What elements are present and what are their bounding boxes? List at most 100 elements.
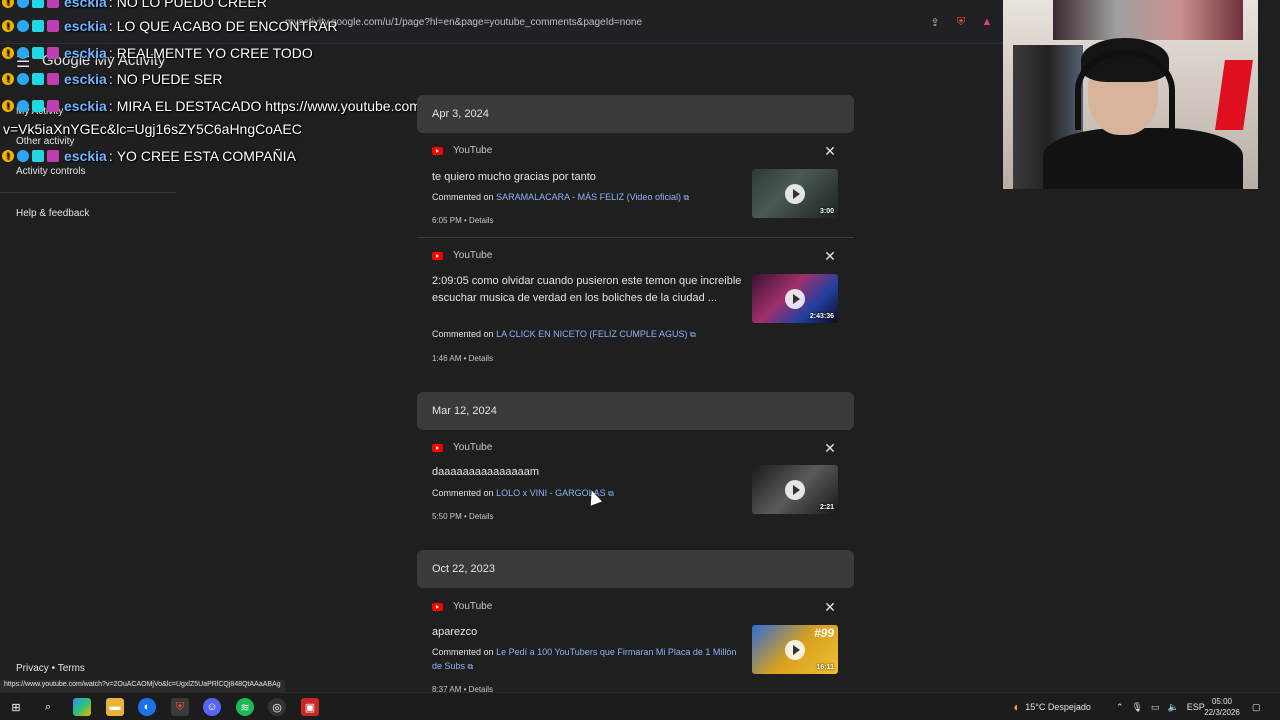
sidebar: My Activity Other activity Activity cont…	[0, 82, 176, 682]
video-thumbnail[interactable]: 3:00	[752, 169, 838, 218]
obs-icon[interactable]: ◎	[268, 698, 286, 716]
video-thumbnail[interactable]: 2:43:36	[752, 274, 838, 323]
status-bar-url: https://www.youtube.com/watch?v=2OuACAOM…	[0, 680, 285, 692]
network-icon[interactable]: ▭	[1151, 702, 1160, 713]
play-icon	[785, 184, 805, 204]
brave-browser-icon[interactable]: ⛨	[171, 698, 189, 716]
commented-prefix: Commented on	[432, 329, 494, 339]
dot-badge-icon	[17, 20, 29, 32]
youtube-icon	[432, 251, 443, 260]
spotify-icon[interactable]: ≋	[236, 698, 254, 716]
delete-close-icon[interactable]: ✕	[823, 440, 837, 457]
cube-badge-icon	[32, 47, 44, 59]
windows-start-icon[interactable]: ⊞	[7, 698, 25, 716]
video-link[interactable]: LA CLICK EN NICETO (FELIZ CUMPLE AGUS)	[496, 329, 687, 339]
webcam-overlay	[1003, 0, 1258, 189]
chat-username: esckia	[64, 18, 107, 34]
sub-badge-icon	[47, 20, 59, 32]
file-explorer-icon[interactable]: ▬	[106, 698, 124, 716]
dot-badge-icon	[17, 100, 29, 112]
video-thumbnail[interactable]: 2:21	[752, 465, 838, 514]
edge-icon[interactable]: ◐	[138, 698, 156, 716]
external-link-icon[interactable]: ⧉	[683, 193, 689, 202]
system-clock[interactable]: 05:00 22/3/2026	[1202, 696, 1242, 718]
brave-shields-icon[interactable]: ⛨	[954, 15, 968, 29]
sidebar-divider	[0, 192, 176, 193]
sub-badge-icon	[47, 47, 59, 59]
external-link-icon[interactable]: ⧉	[468, 662, 474, 671]
source-label: YouTube	[453, 145, 493, 156]
external-link-icon[interactable]: ⧉	[608, 489, 614, 498]
play-icon	[785, 640, 805, 660]
chat-message: ! esckia: NO PUEDE SER	[2, 71, 223, 87]
external-link-icon[interactable]: ⧉	[690, 330, 696, 339]
chat-message-continuation: v=Vk5iaXnYGEc&lc=Ugj16sZY5C6aHngCoAEC	[3, 121, 302, 137]
comment-text: te quiero mucho gracias por tanto	[432, 171, 596, 183]
commented-on: Commented on LA CLICK EN NICETO (FELIZ C…	[432, 328, 744, 342]
warning-badge-icon: !	[2, 100, 14, 112]
windows-taskbar: ⊞ ⌕ ▬ ◐ ⛨ ☺ ≋ ◎ ▣ ◖ 15°C Despejado ⌃ 🎙 ▭…	[0, 692, 1280, 720]
chat-message: ! esckia: LO QUE ACABO DE ENCONTRAR	[2, 18, 338, 34]
chevron-up-icon[interactable]: ⌃	[1116, 702, 1124, 713]
comment-text: 2:09:05 como olvidar cuando pusieron est…	[432, 275, 742, 304]
share-icon[interactable]: ⇪	[928, 15, 942, 29]
warning-badge-icon: !	[2, 0, 14, 8]
weather-icon: ◖	[1012, 700, 1020, 714]
video-thumbnail[interactable]: #99 16:11	[752, 625, 838, 674]
youtube-icon	[432, 602, 443, 611]
delete-close-icon[interactable]: ✕	[823, 248, 837, 265]
search-icon[interactable]: ⌕	[39, 698, 57, 716]
volume-icon[interactable]: 🔈	[1168, 702, 1179, 713]
video-duration: 2:43:36	[809, 313, 834, 320]
chat-message: ! esckia: REALMENTE YO CREE TODO	[2, 45, 313, 61]
chat-message: ! esckia: MIRA EL DESTACADO https://www.…	[2, 98, 469, 114]
activity-meta[interactable]: 6:05 PM • Details	[432, 216, 494, 225]
commented-prefix: Commented on	[432, 647, 494, 657]
youtube-icon	[432, 443, 443, 452]
cube-badge-icon	[32, 150, 44, 162]
dot-badge-icon	[17, 47, 29, 59]
warning-badge-icon: !	[2, 150, 14, 162]
notification-icon[interactable]: ▢	[1252, 693, 1261, 720]
cube-badge-icon	[32, 100, 44, 112]
warning-badge-icon: !	[2, 73, 14, 85]
microphone-icon[interactable]: 🎙	[1132, 702, 1143, 713]
sidebar-item-help[interactable]: Help & feedback	[16, 208, 89, 219]
discord-icon[interactable]: ☺	[203, 698, 221, 716]
weather-widget[interactable]: ◖ 15°C Despejado	[1012, 693, 1091, 720]
comment-text: daaaaaaaaaaaaaaam	[432, 466, 540, 478]
chat-message: ! esckia: YO CREE ESTA COMPAÑIA	[2, 148, 296, 164]
play-icon	[785, 289, 805, 309]
chat-message: ! esckia: NO LO PUEDO CREER	[2, 0, 267, 10]
app-icon[interactable]: ▣	[301, 698, 319, 716]
screen: myactivity.google.com/u/1/page?hl=en&pag…	[0, 0, 1280, 720]
activity-meta[interactable]: 5:50 PM • Details	[432, 512, 494, 521]
source-label: YouTube	[453, 250, 493, 261]
warning-badge-icon: !	[2, 20, 14, 32]
video-link[interactable]: SARAMALACARA - MÁS FELIZ (Video oficial)	[496, 192, 681, 202]
chat-text: LO QUE ACABO DE ENCONTRAR	[116, 18, 338, 34]
sub-badge-icon	[47, 73, 59, 85]
privacy-link[interactable]: Privacy	[16, 663, 49, 674]
cube-badge-icon	[32, 0, 44, 8]
streamer-shirt	[1043, 128, 1243, 189]
cube-badge-icon	[32, 73, 44, 85]
clock-time: 05:00	[1211, 697, 1233, 706]
warning-badge-icon: !	[2, 47, 14, 59]
activity-source: YouTube	[432, 601, 492, 612]
sub-badge-icon	[47, 100, 59, 112]
chat-text: NO LO PUEDO CREER	[116, 0, 267, 10]
activity-meta[interactable]: 1:46 AM • Details	[432, 354, 493, 363]
date-header: Oct 22, 2023	[417, 550, 854, 588]
copilot-icon[interactable]	[73, 698, 91, 716]
chat-username: esckia	[64, 45, 107, 61]
commented-on: Commented on SARAMALACARA - MÁS FELIZ (V…	[432, 191, 744, 205]
dot-badge-icon	[17, 0, 29, 8]
chat-username: esckia	[64, 71, 107, 87]
delete-close-icon[interactable]: ✕	[823, 143, 837, 160]
delete-close-icon[interactable]: ✕	[823, 599, 837, 616]
terms-link[interactable]: Terms	[58, 663, 85, 674]
weather-text: 15°C Despejado	[1025, 702, 1091, 712]
brave-rewards-icon[interactable]: ▲	[980, 15, 994, 29]
video-duration: 3:00	[819, 208, 834, 215]
